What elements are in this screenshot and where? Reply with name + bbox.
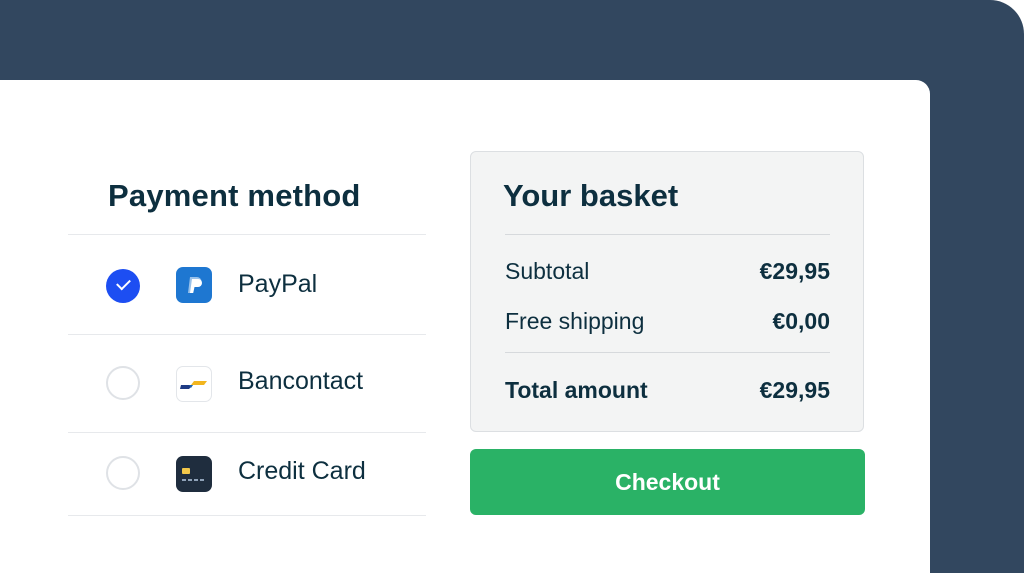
divider — [68, 515, 426, 516]
radio-credit-card[interactable] — [106, 456, 140, 490]
basket-title: Your basket — [503, 178, 679, 213]
shipping-label: Free shipping — [505, 308, 645, 334]
payment-label-bancontact: Bancontact — [238, 367, 364, 395]
checkout-button[interactable]: Checkout — [470, 449, 865, 515]
payment-option-bancontact[interactable]: Bancontact — [68, 335, 426, 431]
paypal-logo-icon — [176, 267, 212, 303]
basket-divider — [505, 234, 830, 235]
payment-label-credit-card: Credit Card — [238, 457, 366, 485]
basket-divider — [505, 352, 830, 353]
total-value: €29,95 — [759, 377, 830, 403]
subtotal-value: €29,95 — [759, 258, 830, 284]
page-frame: Payment method PayPal Bancontact Credit … — [0, 0, 1024, 573]
subtotal-label: Subtotal — [505, 258, 590, 284]
payment-option-credit-card[interactable]: Credit Card — [68, 425, 426, 521]
total-label: Total amount — [505, 377, 648, 403]
radio-bancontact[interactable] — [106, 366, 140, 400]
divider — [68, 234, 426, 235]
payment-option-paypal[interactable]: PayPal — [68, 238, 426, 334]
payment-method-title: Payment method — [108, 178, 361, 213]
shipping-value: €0,00 — [772, 308, 830, 334]
payment-label-paypal: PayPal — [238, 270, 318, 298]
credit-card-icon — [176, 456, 212, 492]
basket-panel: Your basket Subtotal €29,95 Free shippin… — [470, 151, 864, 432]
bancontact-logo-icon — [176, 366, 212, 402]
radio-paypal-selected[interactable] — [106, 269, 140, 303]
